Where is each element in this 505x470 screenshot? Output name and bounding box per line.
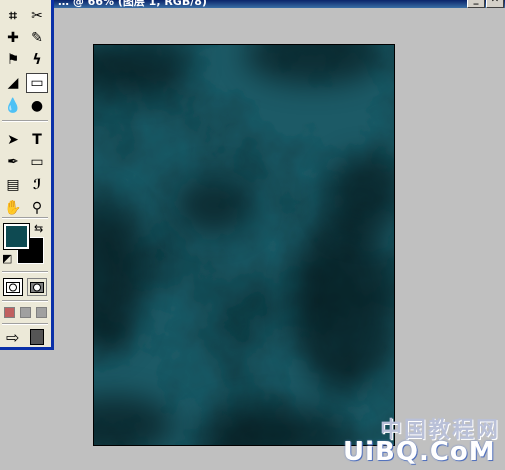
full-screen-menu-mode-icon[interactable] bbox=[20, 307, 31, 318]
toolbox-divider bbox=[2, 271, 48, 273]
default-colors-icon[interactable]: ◩ bbox=[2, 252, 12, 265]
notes-tool[interactable]: ▤ bbox=[2, 175, 24, 195]
slice-tool[interactable]: ✂ bbox=[26, 6, 48, 26]
standard-screen-mode-icon[interactable] bbox=[4, 307, 15, 318]
toolbox-divider bbox=[2, 120, 48, 122]
crop-tool[interactable]: ⌗ bbox=[2, 6, 24, 26]
quick-mask-mode-button[interactable] bbox=[27, 278, 47, 296]
full-screen-mode-icon[interactable] bbox=[36, 307, 47, 318]
minimize-button[interactable]: _ bbox=[467, 0, 485, 8]
eyedropper-tool[interactable]: ℐ bbox=[26, 175, 48, 195]
gradient-tool[interactable]: ▭ bbox=[26, 73, 48, 93]
clouds-render bbox=[94, 45, 394, 445]
quick-mask-icon bbox=[30, 281, 44, 293]
toolbox-divider bbox=[2, 300, 48, 302]
blur-tool[interactable]: 💧 bbox=[2, 96, 24, 116]
close-button[interactable]: ✕ bbox=[486, 0, 504, 8]
path-selection-tool[interactable]: ➤ bbox=[2, 130, 24, 150]
zoom-tool[interactable]: ⚲ bbox=[26, 198, 48, 218]
type-tool[interactable]: T bbox=[26, 130, 48, 150]
standard-mode-button[interactable] bbox=[3, 278, 23, 296]
swap-colors-icon[interactable]: ⇆ bbox=[34, 222, 43, 235]
document-title: … @ 66% (图层 1, RGB/8) bbox=[58, 0, 207, 8]
eraser-tool[interactable]: ◢ bbox=[2, 73, 24, 93]
rectangle-tool[interactable]: ▭ bbox=[26, 152, 48, 172]
document-canvas[interactable] bbox=[93, 44, 395, 446]
toolbox-panel: ⇆ ◩ ⇨ ⌗ ✂ ✚ ✎ ⚑ ϟ ◢ ▭ 💧 ● ➤ T ✒ ▭ ▤ ℐ ✋ ⚲ bbox=[0, 0, 54, 350]
history-brush-tool[interactable]: ϟ bbox=[26, 50, 48, 70]
clone-stamp-tool[interactable]: ⚑ bbox=[2, 50, 24, 70]
document-title-bar[interactable]: … @ 66% (图层 1, RGB/8) _ ✕ bbox=[0, 0, 505, 8]
jump-to-imageready-icon[interactable]: ⇨ bbox=[6, 328, 19, 348]
healing-brush-tool[interactable]: ✚ bbox=[2, 28, 24, 48]
toolbox-divider bbox=[2, 323, 48, 325]
brush-tool[interactable]: ✎ bbox=[26, 28, 48, 48]
watermark-logo: UiBQ.CoM bbox=[343, 437, 496, 467]
imageready-icon[interactable] bbox=[30, 329, 44, 345]
hand-tool[interactable]: ✋ bbox=[2, 198, 24, 218]
pen-tool[interactable]: ✒ bbox=[2, 152, 24, 172]
foreground-color-swatch[interactable] bbox=[3, 223, 30, 250]
dodge-tool[interactable]: ● bbox=[26, 96, 48, 116]
standard-mode-icon bbox=[6, 281, 20, 293]
